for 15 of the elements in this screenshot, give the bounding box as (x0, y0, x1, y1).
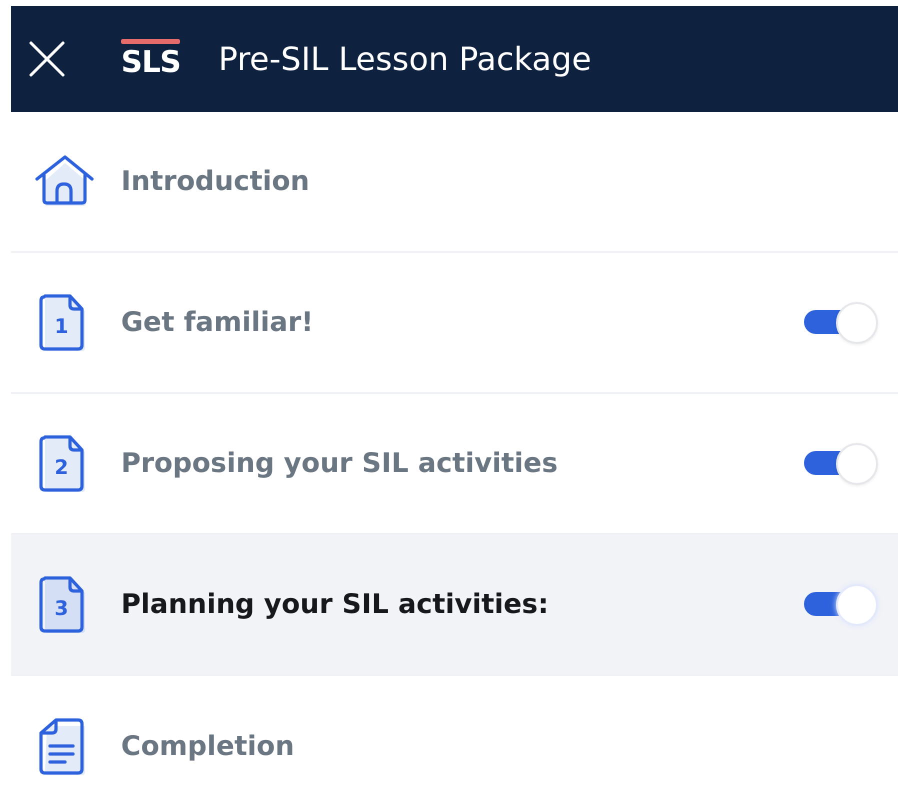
window-title: Pre-SIL Lesson Package (218, 40, 592, 78)
lesson-title: Introduction (121, 166, 311, 197)
lesson-title: Proposing your SIL activities (121, 448, 559, 479)
lesson-item[interactable]: Completion (11, 676, 898, 811)
lesson-item[interactable]: Introduction (11, 112, 898, 253)
lesson-title: Completion (121, 731, 296, 762)
toggle-switch[interactable] (804, 582, 878, 626)
lesson-item[interactable]: 1 Get familiar! (11, 253, 898, 394)
logo: SLS (121, 39, 180, 79)
lesson-title: Planning your SIL activities: (121, 589, 550, 620)
lesson-item[interactable]: 3 Planning your SIL activities: (11, 535, 898, 676)
toggle-switch[interactable] (804, 300, 878, 344)
toggle-switch[interactable] (804, 442, 878, 486)
close-button[interactable] (29, 41, 65, 77)
lesson-title: Get familiar! (121, 307, 314, 338)
